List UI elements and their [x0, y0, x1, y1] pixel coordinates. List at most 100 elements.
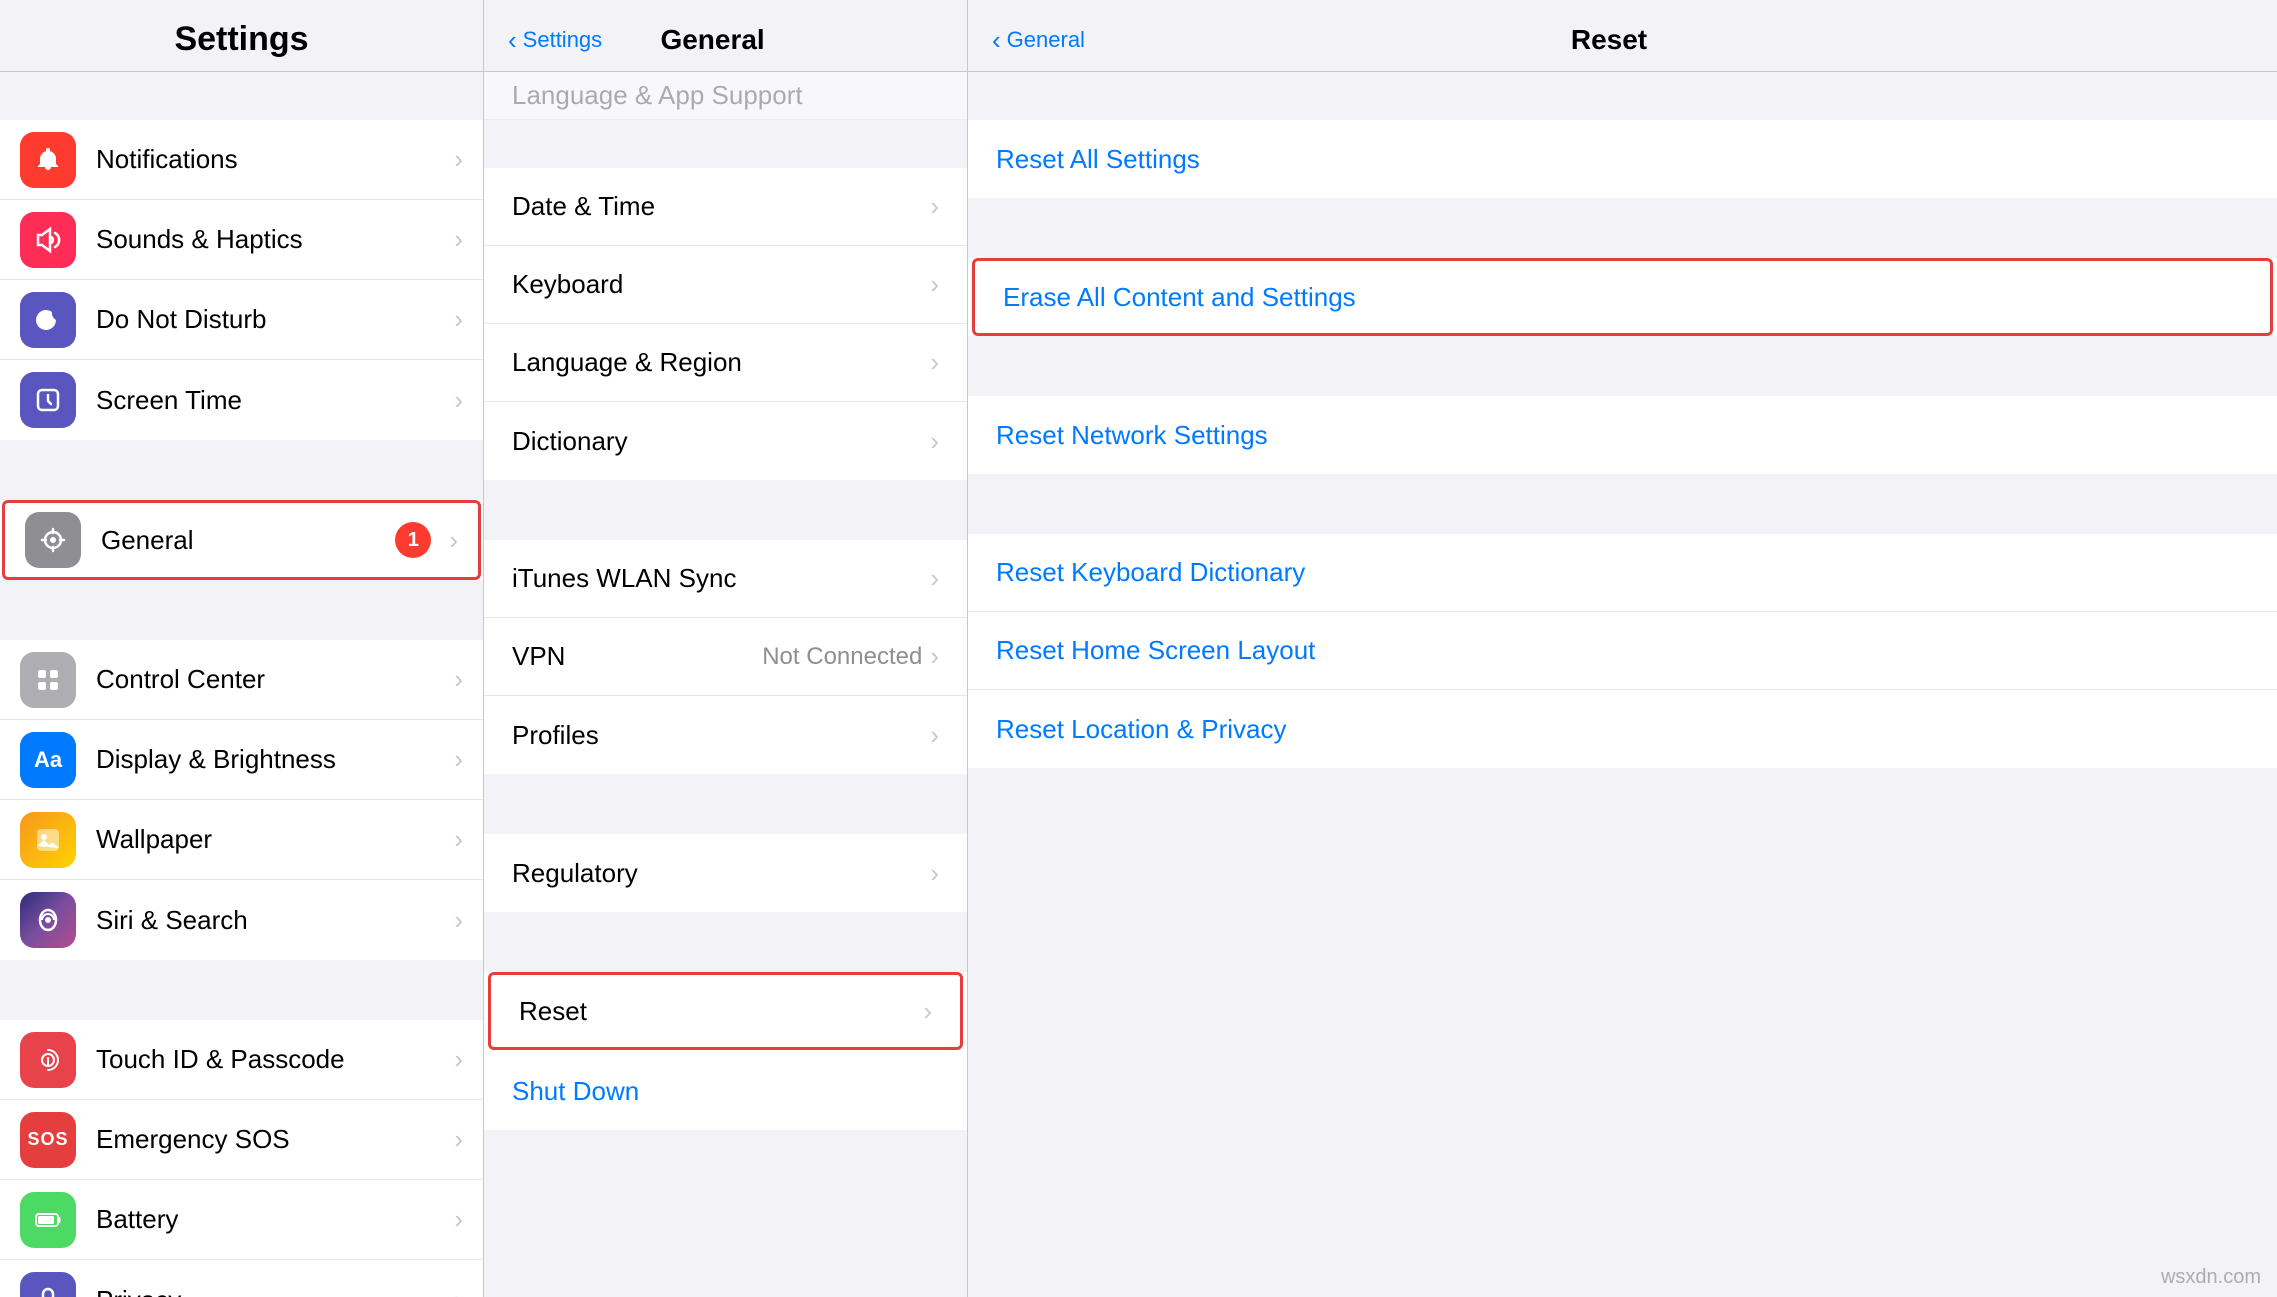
general-row-reset[interactable]: Reset ›	[488, 972, 963, 1050]
reset-location-label: Reset Location & Privacy	[996, 714, 1286, 745]
settings-group-1: Notifications › Sounds & Haptics ›	[0, 120, 483, 440]
settings-list: Notifications › Sounds & Haptics ›	[0, 72, 483, 1297]
dnd-chevron: ›	[454, 304, 463, 335]
general-row-keyboard[interactable]: Keyboard ›	[484, 246, 967, 324]
settings-row-general[interactable]: General 1 ›	[2, 500, 481, 580]
reset-row-keyboard[interactable]: Reset Keyboard Dictionary	[968, 534, 2277, 612]
screentime-icon	[20, 372, 76, 428]
reset-row-erase-all[interactable]: Erase All Content and Settings	[972, 258, 2273, 336]
shutdown-label: Shut Down	[512, 1076, 939, 1107]
wallpaper-chevron: ›	[454, 824, 463, 855]
settings-row-dnd[interactable]: Do Not Disturb ›	[0, 280, 483, 360]
reset-row-network[interactable]: Reset Network Settings	[968, 396, 2277, 474]
general-back-label: Settings	[523, 27, 603, 53]
sounds-label: Sounds & Haptics	[96, 224, 446, 255]
general-row-vpn[interactable]: VPN Not Connected ›	[484, 618, 967, 696]
general-row-itunes[interactable]: iTunes WLAN Sync ›	[484, 540, 967, 618]
general-header: ‹ Settings General	[484, 0, 967, 72]
watermark: wsxdn.com	[2161, 1266, 2261, 1289]
reset-row-homescreen[interactable]: Reset Home Screen Layout	[968, 612, 2277, 690]
display-icon: Aa	[20, 732, 76, 788]
general-chevron: ›	[449, 525, 458, 556]
settings-row-display[interactable]: Aa Display & Brightness ›	[0, 720, 483, 800]
reset-column: ‹ General Reset Reset All Settings Erase…	[968, 0, 2277, 1297]
settings-row-siri[interactable]: Siri & Search ›	[0, 880, 483, 960]
regulatory-label: Regulatory	[512, 858, 930, 889]
settings-row-notifications[interactable]: Notifications ›	[0, 120, 483, 200]
settings-row-controlcenter[interactable]: Control Center ›	[0, 640, 483, 720]
wallpaper-label: Wallpaper	[96, 824, 446, 855]
reset-back-button[interactable]: ‹ General	[992, 27, 1085, 53]
itunes-chevron: ›	[930, 563, 939, 594]
privacy-label: Privacy	[96, 1285, 446, 1297]
notifications-chevron: ›	[454, 144, 463, 175]
vpn-value: Not Connected	[762, 643, 922, 671]
general-partial-top: Language & App Support	[484, 72, 967, 120]
sos-icon: SOS	[20, 1112, 76, 1168]
general-group-4: Reset › Shut Down	[484, 972, 967, 1130]
reset-keyboard-label: Reset Keyboard Dictionary	[996, 557, 1305, 588]
reset-group-4: Reset Keyboard Dictionary Reset Home Scr…	[968, 534, 2277, 768]
reset-group-1: Reset All Settings	[968, 120, 2277, 198]
dictionary-chevron: ›	[930, 426, 939, 457]
general-row-shutdown[interactable]: Shut Down	[484, 1052, 967, 1130]
display-chevron: ›	[454, 744, 463, 775]
settings-group-2: General 1 ›	[0, 500, 483, 580]
general-column: ‹ Settings General Language & App Suppor…	[484, 0, 968, 1297]
dnd-label: Do Not Disturb	[96, 304, 446, 335]
keyboard-chevron: ›	[930, 269, 939, 300]
general-list: Language & App Support Date & Time › Key…	[484, 72, 967, 1297]
profiles-chevron: ›	[930, 720, 939, 751]
erase-all-label: Erase All Content and Settings	[1003, 282, 1356, 313]
settings-group-4: Touch ID & Passcode › SOS Emergency SOS …	[0, 1020, 483, 1297]
reset-header: ‹ General Reset	[968, 0, 2277, 72]
siri-icon	[20, 892, 76, 948]
controlcenter-label: Control Center	[96, 664, 446, 695]
general-back-button[interactable]: ‹ Settings	[508, 27, 602, 53]
settings-row-battery[interactable]: Battery ›	[0, 1180, 483, 1260]
sounds-icon	[20, 212, 76, 268]
reset-row-all-settings[interactable]: Reset All Settings	[968, 120, 2277, 198]
datetime-chevron: ›	[930, 191, 939, 222]
reset-group-3: Reset Network Settings	[968, 396, 2277, 474]
keyboard-label: Keyboard	[512, 269, 930, 300]
settings-row-sounds[interactable]: Sounds & Haptics ›	[0, 200, 483, 280]
back-chevron-icon: ‹	[508, 27, 517, 53]
general-partial-label: Language & App Support	[512, 80, 803, 111]
touchid-label: Touch ID & Passcode	[96, 1044, 446, 1075]
settings-row-touchid[interactable]: Touch ID & Passcode ›	[0, 1020, 483, 1100]
general-row-profiles[interactable]: Profiles ›	[484, 696, 967, 774]
reset-list: Reset All Settings Erase All Content and…	[968, 72, 2277, 1297]
settings-group-3: Control Center › Aa Display & Brightness…	[0, 640, 483, 960]
general-group-1: Date & Time › Keyboard › Language & Regi…	[484, 168, 967, 480]
general-row-datetime[interactable]: Date & Time ›	[484, 168, 967, 246]
settings-row-screentime[interactable]: Screen Time ›	[0, 360, 483, 440]
reset-homescreen-label: Reset Home Screen Layout	[996, 635, 1315, 666]
reset-nav-title: Reset	[1571, 24, 1647, 56]
battery-label: Battery	[96, 1204, 446, 1235]
settings-row-sos[interactable]: SOS Emergency SOS ›	[0, 1100, 483, 1180]
reset-back-label: General	[1007, 27, 1085, 53]
general-row-regulatory[interactable]: Regulatory ›	[484, 834, 967, 912]
itunes-label: iTunes WLAN Sync	[512, 563, 930, 594]
siri-chevron: ›	[454, 905, 463, 936]
settings-row-wallpaper[interactable]: Wallpaper ›	[0, 800, 483, 880]
privacy-icon	[20, 1272, 76, 1297]
reset-label: Reset	[519, 996, 923, 1027]
battery-icon	[20, 1192, 76, 1248]
touchid-icon	[20, 1032, 76, 1088]
privacy-chevron: ›	[454, 1285, 463, 1297]
notifications-label: Notifications	[96, 144, 446, 175]
settings-row-privacy[interactable]: Privacy ›	[0, 1260, 483, 1297]
general-badge: 1	[395, 522, 431, 558]
reset-all-settings-label: Reset All Settings	[996, 144, 1200, 175]
profiles-label: Profiles	[512, 720, 930, 751]
general-nav-title: General	[660, 24, 764, 56]
touchid-chevron: ›	[454, 1044, 463, 1075]
reset-back-chevron-icon: ‹	[992, 27, 1001, 53]
general-row-dictionary[interactable]: Dictionary ›	[484, 402, 967, 480]
general-row-language[interactable]: Language & Region ›	[484, 324, 967, 402]
reset-row-location[interactable]: Reset Location & Privacy	[968, 690, 2277, 768]
settings-title: Settings	[174, 20, 308, 59]
vpn-chevron: ›	[930, 641, 939, 672]
